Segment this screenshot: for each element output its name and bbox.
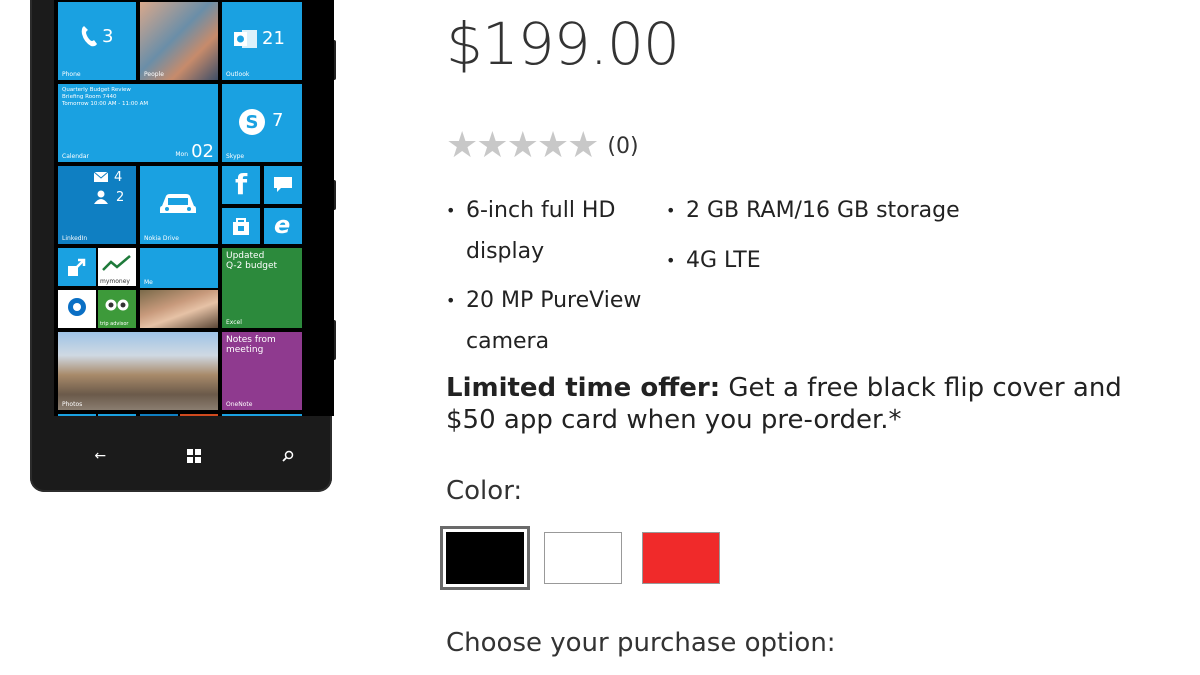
- color-swatch-red[interactable]: [642, 532, 720, 584]
- tile-mymoney-label: mymoney: [100, 278, 130, 285]
- tile-excel-text: Updated Q-2 budget: [226, 251, 278, 271]
- tripadvisor-owl-icon: [105, 299, 129, 311]
- tile-outlook-count: 21: [262, 28, 285, 49]
- tile-calendar-day: Mon: [175, 151, 188, 158]
- skype-icon: S: [239, 109, 265, 135]
- tile-me-label: Me: [144, 279, 153, 286]
- tile-phone: 3 Phone: [58, 2, 136, 80]
- tile-skype-count: 7: [272, 110, 284, 131]
- tile-tripadvisor: trip advisor: [98, 290, 136, 328]
- windows-logo-icon: [186, 449, 201, 463]
- tile-outlook-label: Outlook: [226, 71, 250, 78]
- star-icon[interactable]: ★: [537, 128, 569, 164]
- car-icon: [160, 194, 196, 213]
- tile-skype: S 7 Skype: [222, 84, 302, 162]
- tile-me: Me: [140, 248, 218, 288]
- back-arrow-icon: ←: [94, 448, 107, 464]
- mail-icon: [94, 172, 108, 182]
- tile-facebook: f: [222, 166, 260, 204]
- tile-photos: Photos: [58, 332, 218, 410]
- tile-share: [58, 248, 96, 286]
- tile-row6-4: [180, 414, 218, 416]
- tile-row6-1: [58, 414, 96, 416]
- tile-people-label: People: [144, 71, 164, 78]
- star-icon[interactable]: ★: [446, 128, 478, 164]
- color-swatch-group: [440, 526, 720, 590]
- tile-row6-3: [140, 414, 178, 416]
- tile-people: People: [140, 2, 218, 80]
- people-icon: [94, 190, 108, 204]
- tile-calendar: Quarterly Budget Review Briefing Room 74…: [58, 84, 218, 162]
- feature-item: 4G LTE: [666, 240, 761, 281]
- color-swatch-black[interactable]: [440, 526, 530, 590]
- feature-text: 20 MP PureView: [466, 288, 642, 313]
- color-label: Color:: [446, 476, 523, 506]
- tile-messaging: [264, 166, 302, 204]
- tile-linkedin-msg-count: 4: [114, 170, 123, 185]
- promo-offer-text: $50 app card when you pre-order.*: [446, 405, 902, 435]
- phone-nav-bar: ←: [54, 438, 334, 474]
- star-icon[interactable]: ★: [567, 128, 599, 164]
- promo-offer: Limited time offer: Get a free black fli…: [446, 372, 1166, 436]
- tile-calendar-date: 02: [191, 141, 214, 162]
- tile-me-photo: [140, 290, 218, 328]
- tile-phone-label: Phone: [62, 71, 81, 78]
- chart-trend-icon: [102, 255, 131, 271]
- tile-tripadvisor-label: trip advisor: [100, 321, 129, 327]
- tile-internet-explorer: e: [264, 208, 302, 244]
- tile-app-blue: [58, 290, 96, 328]
- outlook-icon: [234, 30, 257, 48]
- tile-nokia-drive-label: Nokia Drive: [144, 235, 179, 242]
- tile-onenote-label: OneNote: [226, 401, 253, 408]
- rating-widget[interactable]: ★ ★ ★ ★ ★ (0): [446, 128, 639, 164]
- share-icon: [68, 258, 86, 276]
- feature-item: 6-inch full HD display: [446, 190, 615, 272]
- purchase-option-label: Choose your purchase option:: [446, 628, 836, 658]
- color-swatch-white[interactable]: [544, 532, 622, 584]
- tile-row6-5: [222, 414, 302, 416]
- feature-text: display: [466, 239, 545, 264]
- svg-text:S: S: [246, 112, 259, 133]
- tile-linkedin-people-count: 2: [116, 190, 125, 205]
- phone-start-screen: 3 Phone People 21 Outlook Quarterly Budg…: [54, 0, 334, 416]
- tile-onenote-text: Notes from meeting: [226, 335, 276, 355]
- tile-linkedin: 4 2 LinkedIn: [58, 166, 136, 244]
- promo-offer-text: Get a free black flip cover and: [720, 373, 1122, 403]
- internet-explorer-icon: e: [274, 211, 291, 239]
- tile-row6-2: [98, 414, 136, 416]
- feature-item: 2 GB RAM/16 GB storage: [666, 190, 960, 231]
- tile-store: [222, 208, 260, 244]
- star-icon[interactable]: ★: [507, 128, 539, 164]
- phone-icon: [81, 26, 97, 47]
- message-icon: [274, 177, 292, 192]
- tile-photos-label: Photos: [62, 401, 83, 408]
- rating-count[interactable]: (0): [607, 134, 638, 159]
- app-logo-icon: [68, 298, 86, 316]
- feature-item: 20 MP PureView camera: [446, 280, 641, 362]
- tile-onenote: Notes from meeting OneNote: [222, 332, 302, 410]
- promo-offer-title: Limited time offer:: [446, 373, 721, 403]
- tile-excel-label: Excel: [226, 319, 242, 326]
- tile-outlook: 21 Outlook: [222, 2, 302, 80]
- feature-text: 4G LTE: [686, 248, 761, 273]
- star-icon[interactable]: ★: [476, 128, 508, 164]
- tile-mymoney: mymoney: [98, 248, 136, 286]
- tile-phone-count: 3: [102, 26, 114, 47]
- product-image-phone: 3 Phone People 21 Outlook Quarterly Budg…: [30, 0, 336, 492]
- store-icon: [233, 218, 249, 235]
- tile-skype-label: Skype: [226, 153, 245, 160]
- feature-text: 2 GB RAM/16 GB storage: [686, 198, 960, 223]
- facebook-icon: f: [235, 168, 248, 201]
- feature-text: 6-inch full HD: [466, 198, 616, 223]
- feature-text: camera: [466, 329, 550, 354]
- tile-calendar-event: Quarterly Budget Review Briefing Room 74…: [62, 87, 149, 107]
- tile-excel: Updated Q-2 budget Excel: [222, 248, 302, 328]
- tile-nokia-drive: Nokia Drive: [140, 166, 218, 244]
- tile-linkedin-label: LinkedIn: [62, 235, 88, 242]
- product-price: $199.00: [446, 10, 680, 78]
- tile-calendar-label: Calendar: [62, 153, 89, 160]
- search-icon: [281, 450, 293, 462]
